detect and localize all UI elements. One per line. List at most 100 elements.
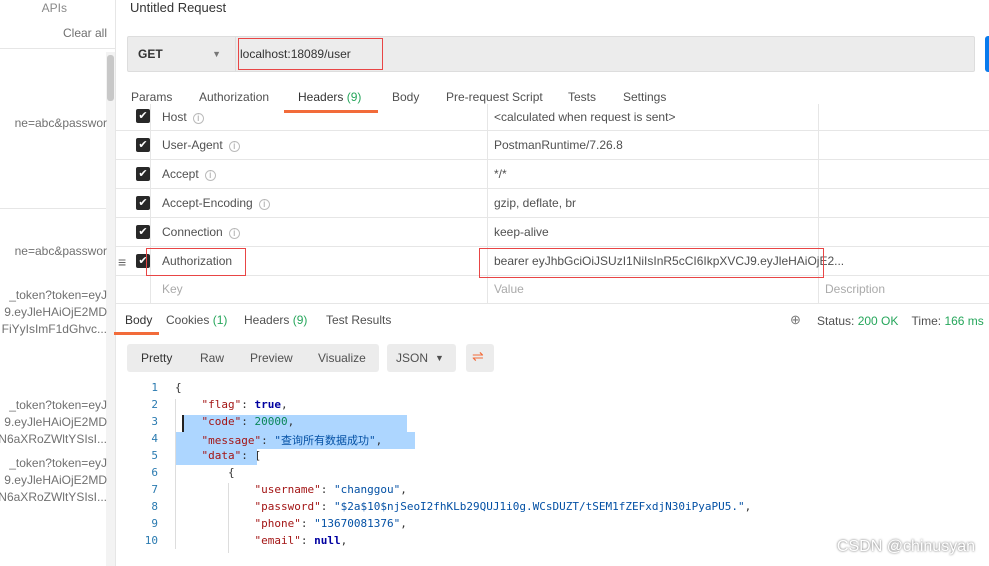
divider: [0, 48, 115, 49]
code-line: "message": "查询所有数据成功",: [201, 434, 383, 447]
info-icon: i: [258, 199, 270, 210]
line-number: 1: [151, 381, 158, 394]
code-line: "username": "changgou",: [254, 483, 407, 496]
line-number: 4: [151, 432, 158, 445]
send-button[interactable]: [985, 36, 989, 72]
header-row[interactable]: ✔ Host i <calculated when request is sent>: [116, 104, 989, 131]
view-preview[interactable]: Preview: [250, 351, 293, 365]
method-select[interactable]: GET ▼: [128, 37, 236, 71]
history-item-text[interactable]: 9.eyJleHAiOjE2MD: [4, 414, 107, 431]
code-line: "data": [: [201, 449, 262, 462]
wrap-lines-button[interactable]: ⇌: [466, 344, 494, 372]
code-line: "password": "$2a$10$njSeoI2fhKLb29QUJ1i0…: [254, 500, 752, 513]
view-visualize[interactable]: Visualize: [318, 351, 366, 365]
header-value[interactable]: keep-alive: [494, 225, 549, 239]
highlight-box: [238, 38, 383, 70]
history-sidebar: APIs Clear all ne=abc&passwor ne=abc&pass…: [0, 0, 116, 566]
line-number: 6: [151, 466, 158, 479]
watermark: CSDN @chinusyan: [836, 538, 975, 555]
sidebar-header: APIs: [41, 1, 67, 15]
code-line: "phone": "13670081376",: [254, 517, 407, 530]
code-line: "flag": true,: [201, 398, 288, 411]
header-row[interactable]: ✔ Connection i keep-alive: [116, 218, 989, 247]
history-item-text[interactable]: _token?token=eyJ: [9, 455, 107, 472]
code-line: {: [175, 466, 235, 479]
response-tab-headers[interactable]: Headers (9): [244, 313, 307, 327]
line-number: 7: [151, 483, 158, 496]
history-item-text[interactable]: 9.eyJleHAiOjE2MD: [4, 472, 107, 489]
chevron-down-icon: ▼: [212, 49, 221, 59]
history-item-text[interactable]: N6aXRoZWltYSIsI...: [0, 489, 107, 506]
response-status: Status: 200 OK Time: 166 ms S: [817, 314, 984, 328]
format-select[interactable]: JSON ▼: [387, 344, 456, 372]
header-key[interactable]: Accept-Encoding i: [162, 196, 270, 210]
tab-body[interactable]: Body: [392, 90, 419, 104]
history-item-text[interactable]: _token?token=eyJ: [9, 397, 107, 414]
info-icon: i: [204, 170, 216, 181]
info-icon: i: [192, 113, 204, 124]
header-key[interactable]: Accept i: [162, 167, 216, 181]
info-icon: i: [228, 228, 240, 239]
header-row-new[interactable]: Key Value Description: [116, 275, 989, 304]
tab-authorization[interactable]: Authorization: [199, 90, 269, 104]
checkbox[interactable]: ✔: [136, 138, 150, 152]
history-item-text[interactable]: FiYyIsImF1dGhvc...: [2, 321, 107, 338]
header-row[interactable]: ✔ Accept i */*: [116, 160, 989, 189]
code-line: {: [175, 381, 182, 394]
history-item-text[interactable]: ne=abc&passwor: [15, 243, 107, 260]
code-line: "email": null,: [254, 534, 348, 547]
tab-params[interactable]: Params: [131, 90, 172, 104]
view-mode-group: Pretty Raw Preview Visualize: [127, 344, 379, 372]
checkbox[interactable]: ✔: [136, 196, 150, 210]
view-pretty[interactable]: Pretty: [141, 351, 172, 365]
checkbox[interactable]: ✔: [136, 109, 150, 123]
tab-tests[interactable]: Tests: [568, 90, 596, 104]
header-key[interactable]: Host i: [162, 110, 204, 124]
key-placeholder[interactable]: Key: [162, 282, 183, 296]
active-response-tab-indicator: [114, 332, 159, 335]
value-placeholder[interactable]: Value: [494, 282, 524, 296]
line-number: 2: [151, 398, 158, 411]
header-value[interactable]: PostmanRuntime/7.26.8: [494, 138, 623, 152]
header-value[interactable]: <calculated when request is sent>: [494, 110, 675, 124]
method-label: GET: [138, 47, 163, 61]
info-icon: i: [228, 141, 240, 152]
request-title: Untitled Request: [130, 0, 227, 15]
line-number: 10: [144, 534, 158, 547]
header-row[interactable]: ✔ Accept-Encoding i gzip, deflate, br: [116, 189, 989, 218]
header-key[interactable]: Connection i: [162, 225, 240, 239]
tab-settings[interactable]: Settings: [623, 90, 666, 104]
checkbox[interactable]: ✔: [136, 167, 150, 181]
globe-icon[interactable]: ⊕: [790, 312, 801, 328]
view-raw[interactable]: Raw: [200, 351, 224, 365]
line-number: 8: [151, 500, 158, 513]
highlight-box: [479, 248, 824, 278]
scrollbar-thumb[interactable]: [107, 55, 114, 101]
drag-handle-icon[interactable]: ≡: [118, 254, 126, 270]
line-number: 5: [151, 449, 158, 462]
checkbox[interactable]: ✔: [136, 225, 150, 239]
header-value[interactable]: gzip, deflate, br: [494, 196, 576, 210]
description-placeholder[interactable]: Description: [825, 282, 885, 296]
format-label: JSON: [396, 351, 429, 365]
highlight-box: [146, 248, 246, 276]
chevron-down-icon: ▼: [435, 353, 444, 363]
tab-pre-request-script[interactable]: Pre-request Script: [446, 90, 543, 104]
history-item-text[interactable]: _token?token=eyJ: [9, 287, 107, 304]
clear-all-button[interactable]: Clear all: [63, 25, 107, 42]
history-item-text[interactable]: N6aXRoZWltYSIsI...: [0, 431, 107, 448]
response-tab-cookies[interactable]: Cookies (1): [166, 313, 227, 327]
wrap-icon: ⇌: [472, 348, 484, 364]
divider: [0, 208, 106, 209]
history-item-text[interactable]: 9.eyJleHAiOjE2MD: [4, 304, 107, 321]
header-value[interactable]: */*: [494, 167, 507, 181]
history-item-text[interactable]: ne=abc&passwor: [15, 115, 107, 132]
header-key[interactable]: User-Agent i: [162, 138, 240, 152]
tab-headers[interactable]: Headers (9): [298, 90, 361, 104]
response-tab-body[interactable]: Body: [125, 313, 152, 327]
code-line: "code": 20000,: [201, 415, 295, 428]
scrollbar-track[interactable]: [106, 52, 115, 566]
response-tab-test-results[interactable]: Test Results: [326, 313, 391, 327]
line-number: 3: [151, 415, 158, 428]
header-row[interactable]: ✔ User-Agent i PostmanRuntime/7.26.8: [116, 131, 989, 160]
